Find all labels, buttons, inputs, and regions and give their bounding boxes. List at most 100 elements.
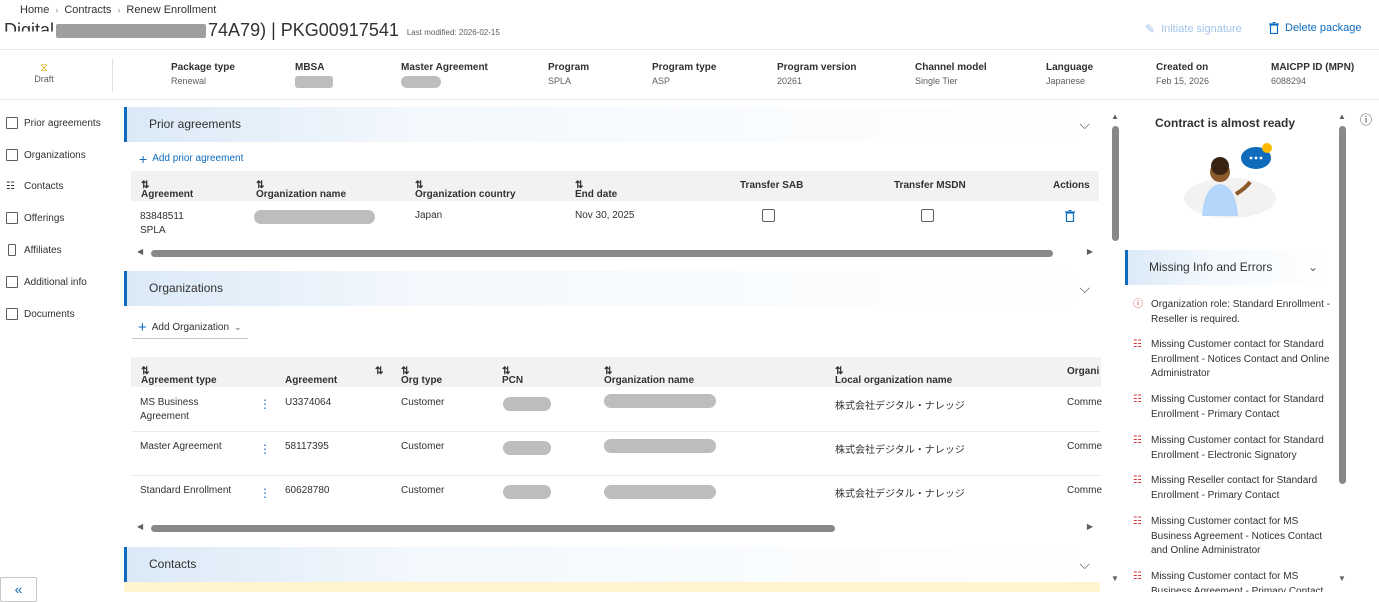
add-prior-agreement-label: Add prior agreement bbox=[152, 153, 244, 164]
chevron-down-icon[interactable]: ⌵ bbox=[1079, 271, 1090, 306]
scroll-down-icon[interactable]: ▼ bbox=[1111, 574, 1119, 583]
cell-agreement: U3374064 bbox=[285, 397, 332, 408]
error-circle-icon: ⓘ bbox=[1133, 299, 1143, 310]
add-organization-label: Add Organization bbox=[151, 322, 230, 333]
redacted-org-name bbox=[604, 439, 716, 453]
info-icon[interactable]: ⓘ bbox=[1360, 111, 1372, 128]
col-organization-name[interactable]: Organization name ⇅ bbox=[256, 180, 346, 200]
trash-icon bbox=[1269, 22, 1279, 34]
nav-prior-agreements[interactable]: Prior agreements bbox=[6, 117, 101, 129]
scroll-up-icon[interactable]: ▲ bbox=[1111, 112, 1119, 121]
scrollbar-thumb[interactable] bbox=[151, 250, 1053, 257]
col-agreement[interactable]: Agreement ⇅ bbox=[141, 180, 193, 200]
list-item: ☷ Missing Reseller contact for Standard E… bbox=[1133, 474, 1331, 503]
add-prior-agreement-button[interactable]: + Add prior agreement bbox=[139, 152, 244, 166]
nav-contacts[interactable]: ☷ Contacts bbox=[6, 181, 63, 192]
cell-org-truncated: Comme bbox=[1067, 397, 1103, 408]
table-row: Master Agreement ⋮ 58117395 Customer 株式会… bbox=[131, 432, 1102, 476]
meta-program: Program SPLA bbox=[548, 62, 590, 86]
col-end-date[interactable]: End date ⇅ bbox=[575, 180, 617, 200]
redacted-pcn bbox=[503, 397, 551, 411]
breadcrumb-home[interactable]: Home bbox=[20, 4, 49, 16]
meta-maicpp-id: MAICPP ID (MPN) 6088294 bbox=[1271, 62, 1355, 86]
section-header-contacts[interactable]: Contacts ⌵ bbox=[124, 547, 1100, 582]
transfer-sab-checkbox[interactable] bbox=[762, 209, 775, 222]
trash-icon[interactable] bbox=[1065, 210, 1075, 222]
prior-horizontal-scrollbar[interactable]: ◀ ▶ bbox=[131, 247, 1099, 259]
people-icon: ☷ bbox=[1133, 516, 1142, 527]
nav-offerings[interactable]: Offerings bbox=[6, 212, 64, 224]
redacted-value bbox=[401, 76, 441, 88]
meta-mbsa: MBSA bbox=[295, 62, 333, 88]
col-pcn[interactable]: PCN ⇅ bbox=[502, 366, 523, 386]
people-icon: ☷ bbox=[1133, 571, 1142, 582]
redacted-org-name bbox=[604, 485, 716, 499]
col-local-organization-name[interactable]: Local organization name ⇅ bbox=[835, 366, 952, 386]
col-organization-name[interactable]: Organization name ⇅ bbox=[604, 366, 694, 386]
missing-info-header[interactable]: Missing Info and Errors ⌄ bbox=[1125, 250, 1330, 285]
orgs-horizontal-scrollbar[interactable]: ◀ ▶ bbox=[131, 522, 1099, 534]
scroll-left-icon[interactable]: ◀ bbox=[137, 522, 143, 531]
section-header-organizations[interactable]: Organizations ⌵ bbox=[124, 271, 1100, 306]
scroll-right-icon[interactable]: ▶ bbox=[1087, 522, 1093, 531]
scroll-up-icon[interactable]: ▲ bbox=[1338, 112, 1346, 121]
prior-agreements-icon bbox=[6, 117, 18, 129]
more-options-icon[interactable]: ⋮ bbox=[259, 486, 271, 500]
chevron-down-icon[interactable]: ⌵ bbox=[1079, 547, 1090, 582]
page-title: Digital 74A79) | PKG00917541 Last modifi… bbox=[4, 20, 500, 41]
cell-local-org-name: 株式会社デジタル・ナレッジ bbox=[835, 401, 965, 412]
chevron-down-icon: ⌄ bbox=[234, 322, 242, 332]
collapse-nav-button[interactable]: « bbox=[0, 577, 37, 602]
main-vertical-scrollbar[interactable]: ▲ ▼ bbox=[1111, 112, 1121, 587]
scroll-left-icon[interactable]: ◀ bbox=[137, 247, 143, 256]
meta-created-on: Created on Feb 15, 2026 bbox=[1156, 62, 1210, 86]
additional-info-icon bbox=[6, 276, 18, 288]
col-organization-country[interactable]: Organization country ⇅ bbox=[415, 180, 516, 200]
scrollbar-thumb[interactable] bbox=[151, 525, 835, 532]
nav-affiliates[interactable]: Affiliates bbox=[6, 244, 62, 256]
chevron-down-icon[interactable]: ⌵ bbox=[1079, 107, 1090, 142]
section-header-prior-agreements[interactable]: Prior agreements ⌵ bbox=[124, 107, 1100, 142]
more-options-icon[interactable]: ⋮ bbox=[259, 397, 271, 411]
panel-vertical-scrollbar[interactable]: ▲ ▼ bbox=[1338, 112, 1348, 587]
redacted-pcn bbox=[503, 441, 551, 455]
person-illustration bbox=[1184, 143, 1276, 218]
list-item: ☷ Missing Customer contact for Standard E… bbox=[1133, 338, 1331, 382]
missing-info-title: Missing Info and Errors bbox=[1149, 260, 1273, 274]
chevron-down-icon[interactable]: ⌄ bbox=[1308, 250, 1318, 285]
documents-icon bbox=[6, 308, 18, 320]
scroll-down-icon[interactable]: ▼ bbox=[1338, 574, 1346, 583]
nav-additional-info[interactable]: Additional info bbox=[6, 276, 87, 288]
nav-documents[interactable]: Documents bbox=[6, 308, 75, 320]
scrollbar-thumb[interactable] bbox=[1339, 126, 1346, 484]
affiliates-icon bbox=[8, 244, 16, 256]
cell-agreement: 83848511 SPLA bbox=[140, 211, 184, 236]
cell-agreement: 58117395 bbox=[285, 441, 329, 452]
orgs-table-header: Agreement type ⇅ Agreement ⇅ Org type ⇅ … bbox=[131, 357, 1101, 387]
add-organization-button[interactable]: + Add Organization ⌄ bbox=[132, 317, 248, 339]
prior-table-header: Agreement ⇅ Organization name ⇅ Organiza… bbox=[131, 171, 1099, 201]
list-item: ☷ Missing Customer contact for Standard E… bbox=[1133, 434, 1331, 463]
redacted-title bbox=[56, 23, 207, 38]
section-title: Contacts bbox=[149, 557, 197, 571]
delete-package-button[interactable]: Delete package bbox=[1269, 22, 1361, 34]
col-agreement-type[interactable]: Agreement type ⇅ bbox=[141, 366, 217, 386]
scrollbar-thumb[interactable] bbox=[1112, 126, 1119, 241]
contacts-icon: ☷ bbox=[6, 181, 15, 192]
scroll-right-icon[interactable]: ▶ bbox=[1087, 247, 1093, 256]
nav-organizations[interactable]: Organizations bbox=[6, 149, 86, 161]
col-org-type[interactable]: Org type ⇅ bbox=[401, 366, 442, 386]
more-options-icon[interactable]: ⋮ bbox=[259, 442, 271, 456]
table-row: MS Business Agreement ⋮ U3374064 Customer… bbox=[131, 387, 1103, 431]
people-icon: ☷ bbox=[1133, 475, 1142, 486]
initiate-signature-button[interactable]: ✎ Initiate signature bbox=[1145, 22, 1242, 36]
redacted-org-name bbox=[604, 394, 716, 408]
sort-icon[interactable]: ⇅ bbox=[375, 366, 383, 377]
transfer-msdn-checkbox[interactable] bbox=[921, 209, 934, 222]
organizations-icon bbox=[6, 149, 18, 161]
plus-icon: + bbox=[138, 318, 147, 336]
col-organization-truncated: Organi bbox=[1067, 366, 1100, 377]
last-modified: Last modified: 2026-02-15 bbox=[406, 28, 500, 37]
breadcrumb-contracts[interactable]: Contracts bbox=[64, 4, 111, 16]
table-row: Standard Enrollment ⋮ 60628780 Customer … bbox=[131, 476, 1102, 516]
